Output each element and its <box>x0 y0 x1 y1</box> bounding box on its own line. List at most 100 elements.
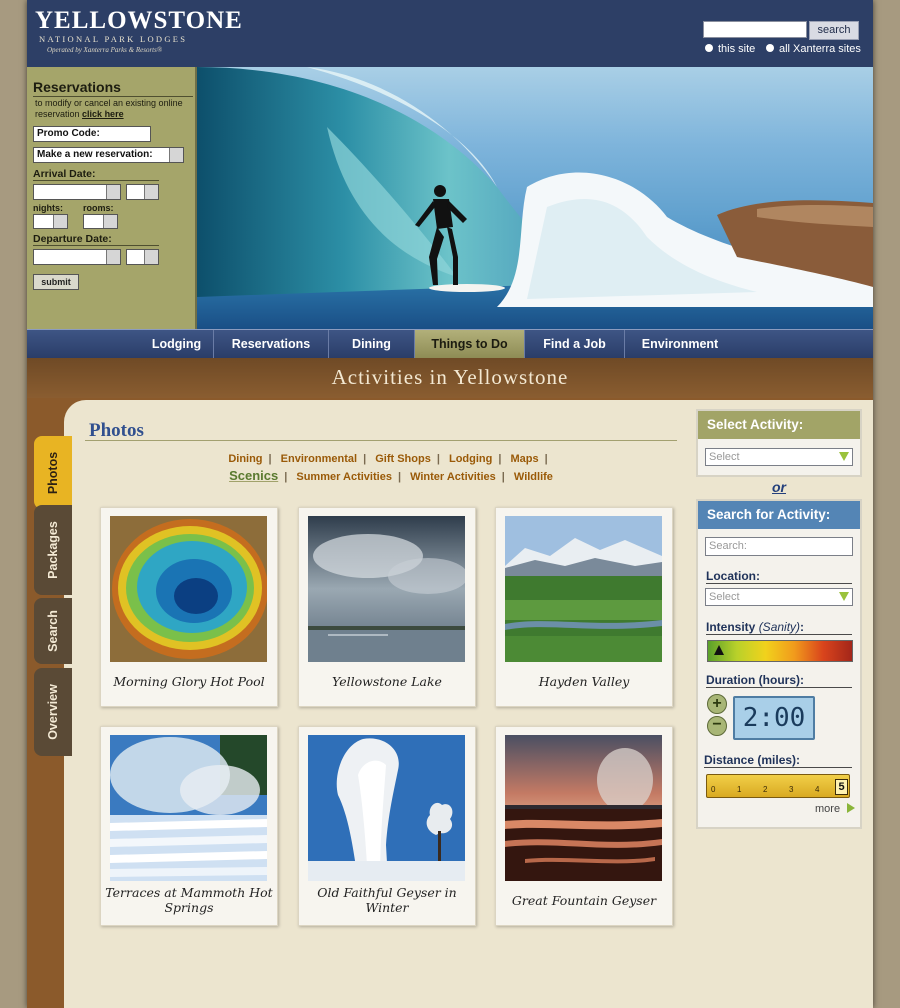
or-divider: or <box>772 479 786 495</box>
category-row-2: Scenics | Summer Activities | Winter Activ… <box>229 468 553 483</box>
ruler-tick-3: 3 <box>789 785 794 794</box>
page-title: Activities in Yellowstone <box>331 365 569 389</box>
tab-overview-label: Overview <box>46 684 60 740</box>
rooms-label: rooms: <box>83 203 114 213</box>
reservations-panel: Reservations to modify or cancel an exis… <box>27 67 197 329</box>
activity-select-value: Select <box>709 451 740 463</box>
category-environmental[interactable]: Environmental <box>281 453 357 465</box>
site-search-button[interactable]: search <box>809 21 859 40</box>
intensity-slider[interactable] <box>707 640 853 662</box>
select-activity-title: Select Activity: <box>698 411 860 439</box>
category-dining[interactable]: Dining <box>228 453 262 465</box>
tab-search[interactable]: Search <box>34 598 72 664</box>
photo-card-mammoth-terraces[interactable]: Terraces at Mammoth Hot Springs <box>100 726 278 926</box>
departure-date-label: Departure Date: <box>33 233 159 246</box>
photo-card-hayden-valley[interactable]: Hayden Valley <box>495 507 673 707</box>
departure-month-select[interactable] <box>33 249 121 265</box>
photos-title: Photos <box>89 420 144 441</box>
photo-card-old-faithful[interactable]: Old Faithful Geyser in Winter <box>298 726 476 926</box>
yellowstone-logo[interactable]: YELLOWSTONE NATIONAL PARK LODGES Operate… <box>35 8 243 56</box>
ruler-tick-1: 1 <box>737 785 742 794</box>
promo-code-field[interactable]: Promo Code: <box>33 126 151 142</box>
modify-reservation-link[interactable]: click here <box>82 109 124 119</box>
logo-sub-text: NATIONAL PARK LODGES <box>39 34 188 44</box>
distance-label: Distance (miles): <box>704 753 852 768</box>
nav-reservations[interactable]: Reservations <box>214 330 329 358</box>
chevron-down-icon <box>169 148 183 162</box>
category-wildlife[interactable]: Wildlife <box>514 471 553 483</box>
nav-things-to-do[interactable]: Things to Do <box>415 330 525 358</box>
more-link[interactable]: more <box>815 803 856 815</box>
photo-caption: Terraces at Mammoth Hot Springs <box>105 885 273 915</box>
more-link-label: more <box>815 803 841 815</box>
category-lodging[interactable]: Lodging <box>449 453 492 465</box>
great-fountain-photo <box>505 735 662 881</box>
ruler-tick-2: 2 <box>763 785 768 794</box>
intensity-label-text: Intensity <box>706 620 756 634</box>
category-gift-shops[interactable]: Gift Shops <box>375 453 431 465</box>
category-row-1: Dining | Environmental | Gift Shops | Lodgi… <box>228 453 548 465</box>
radio-this-site[interactable]: this site <box>705 43 755 55</box>
slider-handle-icon[interactable] <box>714 645 724 655</box>
radio-all-sites[interactable]: all Xanterra sites <box>766 43 861 55</box>
photo-card-yellowstone-lake[interactable]: Yellowstone Lake <box>298 507 476 707</box>
plus-icon[interactable]: + <box>707 694 727 714</box>
intensity-sub: (Sanity) <box>758 620 801 634</box>
nav-find-a-job[interactable]: Find a Job <box>525 330 625 358</box>
nights-label: nights: <box>33 203 63 213</box>
category-winter-activities[interactable]: Winter Activities <box>410 471 496 483</box>
tab-packages-label: Packages <box>46 521 60 579</box>
search-activity-title: Search for Activity: <box>698 501 860 529</box>
nav-lodging[interactable]: Lodging <box>140 330 214 358</box>
activity-search-input[interactable]: Search: <box>705 537 853 556</box>
intensity-label: Intensity (Sanity): <box>706 620 852 635</box>
location-select-value: Select <box>709 591 740 603</box>
search-activity-panel: Search for Activity: Search: Location: S… <box>696 499 862 829</box>
arrival-month-select[interactable] <box>33 184 121 200</box>
tab-photos-label: Photos <box>46 451 60 494</box>
site-search-input[interactable] <box>703 21 807 38</box>
reservation-type-value: Make a new reservation: <box>37 149 153 160</box>
minus-icon[interactable]: − <box>707 716 727 736</box>
reservation-type-select[interactable]: Make a new reservation: <box>33 147 184 163</box>
chevron-down-icon <box>839 592 849 601</box>
chevron-down-icon <box>106 185 120 199</box>
distance-ruler[interactable]: 0 1 2 3 4 5 <box>706 774 850 798</box>
nav-environment[interactable]: Environment <box>625 330 735 358</box>
intensity-colon: : <box>800 620 805 634</box>
photos-divider <box>85 440 677 441</box>
chevron-down-icon <box>144 185 158 199</box>
distance-value: 5 <box>835 779 848 795</box>
chevron-down-icon <box>106 250 120 264</box>
photo-caption: Hayden Valley <box>538 674 630 689</box>
chevron-down-icon <box>144 250 158 264</box>
photo-card-great-fountain[interactable]: Great Fountain Geyser <box>495 726 673 926</box>
activity-select[interactable]: Select <box>705 448 853 466</box>
mammoth-terraces-photo <box>110 735 267 881</box>
logo-main-text: YELLOWSTONE <box>35 7 243 34</box>
duration-display: 2:00 <box>733 696 815 740</box>
arrival-day-select[interactable] <box>126 184 159 200</box>
photo-card-morning-glory[interactable]: Morning Glory Hot Pool <box>100 507 278 707</box>
duration-label: Duration (hours): <box>706 673 852 688</box>
location-select[interactable]: Select <box>705 588 853 606</box>
departure-day-select[interactable] <box>126 249 159 265</box>
nights-select[interactable] <box>33 214 68 229</box>
site-header: YELLOWSTONE NATIONAL PARK LODGES Operate… <box>27 0 873 67</box>
reservation-submit-button[interactable]: submit <box>33 274 79 290</box>
category-scenics[interactable]: Scenics <box>229 468 278 483</box>
tab-photos[interactable]: Photos <box>34 436 72 509</box>
tab-overview[interactable]: Overview <box>34 668 72 756</box>
location-label: Location: <box>706 569 852 584</box>
photo-caption: Morning Glory Hot Pool <box>113 674 265 689</box>
yellowstone-lake-photo <box>308 516 465 662</box>
radio-all-sites-label: all Xanterra sites <box>779 43 861 55</box>
rooms-select[interactable] <box>83 214 118 229</box>
category-summer-activities[interactable]: Summer Activities <box>296 471 392 483</box>
main-nav: Lodging Reservations Dining Things to Do… <box>27 329 873 358</box>
tab-packages[interactable]: Packages <box>34 505 72 595</box>
category-maps[interactable]: Maps <box>510 453 538 465</box>
arrival-date-label: Arrival Date: <box>33 168 159 181</box>
page: YELLOWSTONE NATIONAL PARK LODGES Operate… <box>27 0 873 1008</box>
nav-dining[interactable]: Dining <box>329 330 415 358</box>
